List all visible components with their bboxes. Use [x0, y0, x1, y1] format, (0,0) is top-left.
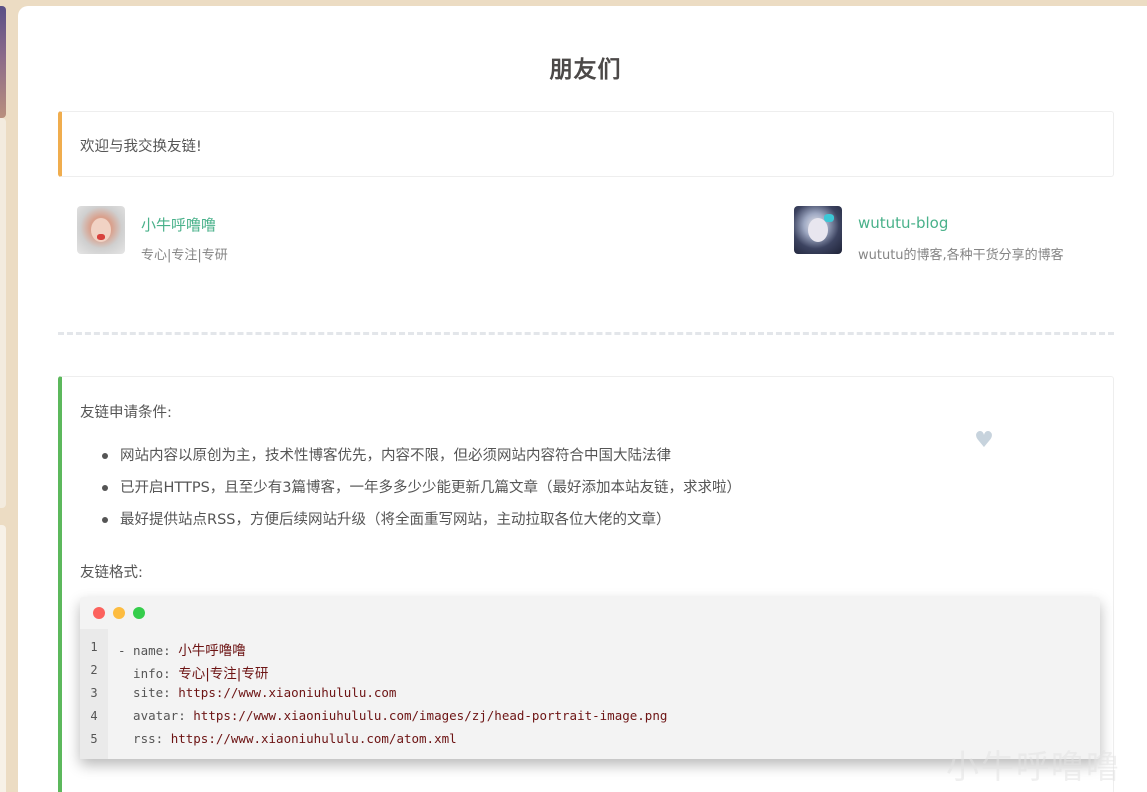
code-block-header — [80, 597, 1100, 629]
watermark: 小牛呼噜噜 — [946, 747, 1121, 786]
friend-description: 专心|专注|专研 — [141, 248, 228, 263]
welcome-note: 欢迎与我交换友链! — [58, 111, 1114, 177]
side-panel-edge-lower — [0, 525, 6, 792]
line-number: 1 — [90, 640, 98, 654]
dashed-divider — [58, 332, 1114, 335]
friend-name-link[interactable]: wututu-blog — [858, 214, 948, 232]
content-card: 朋友们 欢迎与我交换友链! 小牛呼噜噜 专心|专注|专研 wututu-blog… — [18, 6, 1147, 792]
page-title: 朋友们 — [549, 57, 622, 83]
conditions-heading: 友链申请条件: — [80, 405, 172, 421]
welcome-note-text: 欢迎与我交换友链! — [80, 139, 202, 155]
list-item: 网站内容以原创为主，技术性博客优先，内容不限，但必须网站内容符合中国大陆法律 — [102, 445, 741, 477]
code-line: avatar: https://www.xiaoniuhululu.com/im… — [118, 708, 668, 723]
friend-avatar[interactable] — [794, 206, 842, 254]
list-item: 最好提供站点RSS，方便后续网站升级（将全面重写网站，主动拉取各位大佬的文章） — [102, 509, 741, 541]
conditions-list: 网站内容以原创为主，技术性博客优先，内容不限，但必须网站内容符合中国大陆法律 已… — [102, 445, 741, 541]
apply-conditions-note: 友链申请条件: ♥ 网站内容以原创为主，技术性博客优先，内容不限，但必须网站内容… — [58, 376, 1114, 792]
close-dot-icon — [93, 607, 105, 619]
friend-avatar[interactable] — [77, 206, 125, 254]
line-number: 2 — [90, 663, 98, 677]
code-line: - name: 小牛呼噜噜 — [118, 643, 246, 659]
line-number: 3 — [90, 686, 98, 700]
format-heading: 友链格式: — [80, 565, 143, 581]
line-number: 4 — [90, 709, 98, 723]
code-line: site: https://www.xiaoniuhululu.com — [118, 685, 397, 700]
minimize-dot-icon — [113, 607, 125, 619]
code-line: rss: https://www.xiaoniuhululu.com/atom.… — [118, 731, 457, 746]
code-line: info: 专心|专注|专研 — [118, 666, 269, 682]
heart-icon[interactable]: ♥ — [972, 429, 996, 453]
code-block[interactable]: 1 2 3 4 5 - name: 小牛呼噜噜 info: 专心|专注|专研 s… — [80, 597, 1100, 759]
side-panel-edge — [0, 118, 6, 508]
list-item: 已开启HTTPS，且至少有3篇博客，一年多多少少能更新几篇文章（最好添加本站友链… — [102, 477, 741, 509]
background-wallpaper-strip — [0, 6, 6, 118]
line-number-gutter: 1 2 3 4 5 — [80, 629, 108, 759]
anime-girl-avatar-icon — [808, 218, 828, 242]
line-number: 5 — [90, 732, 98, 746]
maximize-dot-icon — [133, 607, 145, 619]
friend-name-link[interactable]: 小牛呼噜噜 — [141, 214, 216, 235]
friend-description: wututu的博客,各种干货分享的博客 — [858, 248, 1064, 263]
